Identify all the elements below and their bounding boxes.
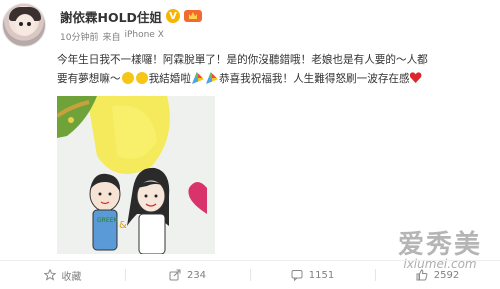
post-text-line-1: 今年生日我不一樣囉！阿霖脫單了！是的你沒聽錯哦！老娘也是有人要的～人都 [57, 54, 428, 66]
post-text-segment: 我結婚啦 [148, 73, 191, 85]
post-text-line-2: 要有夢想嘛～ 我結婚啦 恭喜我祝福我！人生難得怒刷一波存在感 [57, 70, 493, 89]
post-time-link[interactable]: 10分钟前 [60, 30, 98, 43]
post-text: 今年生日我不一樣囉！阿霖脫單了！是的你沒聽錯哦！老娘也是有人要的～人都 要有夢想… [57, 51, 493, 89]
label-green: GREEN [97, 217, 118, 224]
share-button[interactable]: 234 [125, 261, 250, 289]
post-source: iPhone X [124, 30, 164, 40]
avatar[interactable] [2, 3, 46, 47]
comment-button[interactable]: 1151 [250, 261, 375, 289]
source-prefix: 来自 [102, 33, 121, 43]
like-button[interactable]: 2592 [375, 261, 500, 289]
like-count: 2592 [433, 269, 460, 281]
verified-badge-icon[interactable]: V [165, 9, 180, 23]
share-count: 234 [186, 269, 207, 281]
favorite-button[interactable]: 收藏 [0, 261, 125, 289]
avatar-eye [27, 22, 31, 26]
avatar-eye [19, 22, 23, 26]
post-meta: 10分钟前 来自 iPhone X [60, 30, 164, 43]
share-icon [169, 269, 181, 281]
post-text-segment: 恭喜我祝福我！人生難得怒刷一波存在感 [218, 73, 410, 85]
laughing-emoji-icon [135, 72, 148, 84]
avatar-face [15, 14, 35, 36]
post-text-segment: 要有夢想嘛～ [57, 73, 121, 85]
favorite-label: 收藏 [61, 271, 82, 283]
vip-crown-icon[interactable] [183, 10, 202, 22]
label-ampersand: & [119, 220, 127, 231]
laughing-emoji-icon [121, 72, 134, 84]
comment-count: 1151 [308, 269, 335, 281]
comment-icon [291, 270, 303, 281]
post-image[interactable]: GREEN & [57, 96, 215, 254]
party-popper-emoji-icon [191, 72, 204, 84]
user-row: 謝依霖HOLD住姐 V [60, 7, 202, 25]
like-icon [416, 269, 428, 281]
action-bar: 收藏 234 1151 2592 [0, 261, 500, 289]
username-link[interactable]: 謝依霖HOLD住姐 [60, 7, 162, 26]
weibo-post-card: 謝依霖HOLD住姐 V 10分钟前 来自 iPhone X 今年生日我不一樣囉！… [0, 0, 500, 289]
watermark-text: 爱秀美 [397, 230, 482, 260]
heart-emoji-icon [410, 72, 422, 83]
star-icon [43, 269, 56, 281]
cartoon-illustration: GREEN & [57, 96, 215, 254]
party-popper-emoji-icon [205, 72, 218, 84]
